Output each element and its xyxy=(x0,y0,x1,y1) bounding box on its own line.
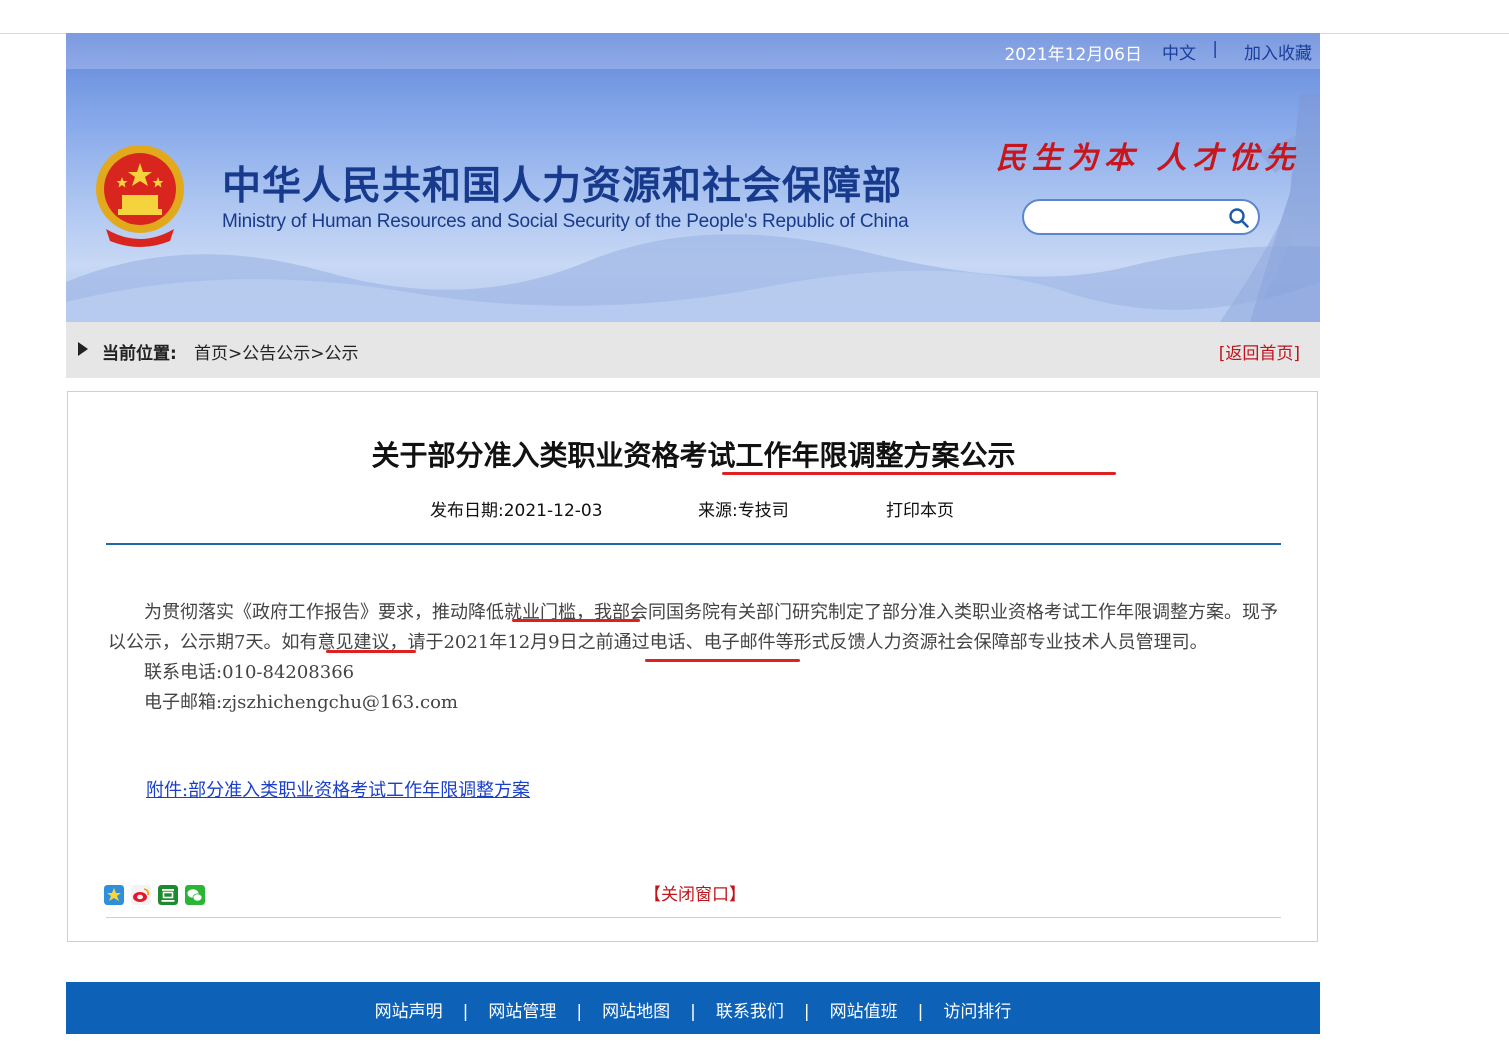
footer-link-ranking[interactable]: 访问排行 xyxy=(943,1002,1011,1022)
wechat-share-icon[interactable] xyxy=(185,885,205,905)
footer-link-contact[interactable]: 联系我们 xyxy=(716,1002,784,1022)
annotation-underline-threshold xyxy=(512,619,640,622)
article-body: 为贯彻落实《政府工作报告》要求，推动降低就业门槛，我部会同国务院有关部门研究制定… xyxy=(108,598,1278,718)
print-page-link[interactable]: 打印本页 xyxy=(886,496,954,521)
ministry-name-en: Ministry of Human Resources and Social S… xyxy=(222,211,909,232)
breadcrumb-path: 首页>公告公示>公示 xyxy=(194,339,359,364)
search-icon[interactable] xyxy=(1228,207,1250,229)
site-header: 2021年12月06日 中文 | 加入收藏 中华人民共和国人力资源和社会保障部 … xyxy=(66,33,1320,322)
footer-sep: | xyxy=(576,1002,583,1022)
article-paragraph: 为贯彻落实《政府工作报告》要求，推动降低就业门槛，我部会同国务院有关部门研究制定… xyxy=(108,602,1278,653)
current-date: 2021年12月06日 xyxy=(1004,45,1142,65)
footer-sep: | xyxy=(690,1002,696,1022)
ministry-name-cn: 中华人民共和国人力资源和社会保障部 xyxy=(222,164,903,209)
annotation-underline-deadline xyxy=(645,659,800,662)
bottom-divider xyxy=(106,917,1281,918)
douban-share-icon[interactable] xyxy=(158,885,178,905)
footer-link-admin[interactable]: 网站管理 xyxy=(488,1002,556,1022)
footer-sep: | xyxy=(462,1002,469,1022)
footer-sep: | xyxy=(917,1002,924,1022)
search-box xyxy=(1022,199,1260,235)
weibo-share-icon[interactable] xyxy=(131,885,151,905)
site-footer: 网站声明 | 网站管理 | 网站地图 | 联系我们 | 网站值班 | 访问排行 xyxy=(66,982,1320,1034)
breadcrumb: 当前位置: 首页>公告公示>公示 [返回首页] xyxy=(66,322,1320,378)
article-title: 关于部分准入类职业资格考试工作年限调整方案公示 xyxy=(371,439,1016,472)
back-home-link[interactable]: [返回首页] xyxy=(1219,339,1300,364)
footer-link-sitemap[interactable]: 网站地图 xyxy=(602,1002,670,1022)
language-link[interactable]: 中文 xyxy=(1162,39,1196,64)
topbar-separator: | xyxy=(1212,39,1218,59)
footer-link-duty[interactable]: 网站值班 xyxy=(830,1002,898,1022)
add-favorite-link[interactable]: 加入收藏 xyxy=(1244,39,1312,64)
qzone-share-icon[interactable] xyxy=(104,885,124,905)
publish-date: 发布日期:2021-12-03 xyxy=(430,501,603,521)
footer-link-statement[interactable]: 网站声明 xyxy=(375,1002,443,1022)
search-input[interactable] xyxy=(1038,206,1232,230)
attachment-link[interactable]: 附件:部分准入类职业资格考试工作年限调整方案 xyxy=(146,776,530,802)
breadcrumb-notices[interactable]: 公告公示 xyxy=(242,344,310,364)
breadcrumb-sep: > xyxy=(228,344,243,364)
article-source: 来源:专技司 xyxy=(698,501,789,521)
close-window-button[interactable]: 【关闭窗口】 xyxy=(644,880,746,905)
breadcrumb-label: 当前位置: xyxy=(102,344,177,364)
footer-sep: | xyxy=(803,1002,810,1022)
article-container: 关于部分准入类职业资格考试工作年限调整方案公示 发布日期:2021-12-03 … xyxy=(67,391,1318,942)
breadcrumb-current[interactable]: 公示 xyxy=(325,344,359,364)
national-emblem-icon xyxy=(96,145,184,247)
annotation-underline-period xyxy=(326,650,416,653)
footer-links: 网站声明 | 网站管理 | 网站地图 | 联系我们 | 网站值班 | 访问排行 xyxy=(66,997,1320,1022)
breadcrumb-sep: > xyxy=(310,344,325,364)
annotation-underline-title xyxy=(722,472,1116,475)
play-arrow-icon xyxy=(78,342,88,356)
title-divider xyxy=(106,543,1281,545)
contact-email: 电子邮箱:zjszhichengchu@163.com xyxy=(144,692,458,713)
slogan-calligraphy: 民生为本 人才优先 xyxy=(996,141,1301,176)
contact-phone: 联系电话:010-84208366 xyxy=(144,662,355,683)
breadcrumb-home[interactable]: 首页 xyxy=(194,344,228,364)
